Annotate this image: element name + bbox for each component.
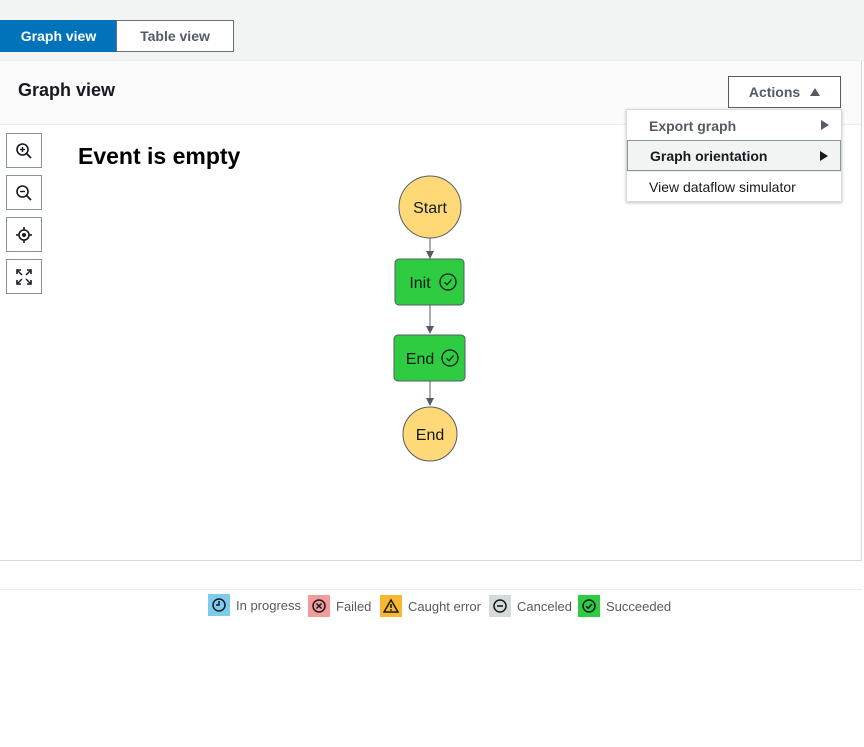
- actions-menu: Export graph Graph orientation View data…: [626, 109, 842, 202]
- center-button[interactable]: [6, 217, 42, 252]
- menu-item-graph-orientation[interactable]: Graph orientation: [627, 140, 841, 171]
- view-switch-bar: Graph view Table view: [0, 0, 864, 61]
- table-view-tab[interactable]: Table view: [116, 20, 234, 52]
- zoom-in-button[interactable]: [6, 133, 42, 168]
- legend-label: In progress: [236, 597, 302, 613]
- caret-right-icon: [820, 151, 828, 161]
- node-label: End: [406, 351, 434, 368]
- panel-title: Graph view: [18, 80, 116, 100]
- zoom-out-icon: [16, 184, 32, 201]
- status-legend: In progress Failed Caught error Canceled…: [0, 589, 862, 622]
- node-label: End: [416, 427, 444, 444]
- menu-item-label: Export graph: [649, 117, 737, 134]
- legend-succeeded: Succeeded: [578, 595, 671, 617]
- fit-screen-icon: [16, 268, 32, 285]
- graph-view-tab[interactable]: Graph view: [0, 20, 117, 52]
- end-state-node[interactable]: End: [393, 334, 466, 382]
- legend-canceled: Canceled: [489, 595, 572, 617]
- legend-failed: Failed: [308, 595, 371, 617]
- legend-label: Succeeded: [606, 598, 672, 614]
- node-label: Start: [413, 200, 447, 217]
- legend-label: Canceled: [517, 598, 572, 614]
- actions-button-label: Actions: [748, 84, 801, 100]
- graph-title: Event is empty: [78, 143, 241, 169]
- caret-up-icon: [810, 88, 821, 96]
- actions-button[interactable]: Actions: [728, 76, 841, 108]
- warning-icon: [380, 595, 402, 617]
- legend-caught-error: Caught error: [380, 595, 481, 617]
- check-circle-icon: [578, 595, 600, 617]
- menu-item-export-graph[interactable]: Export graph: [627, 110, 841, 141]
- start-node[interactable]: Start: [398, 175, 462, 239]
- legend-label: Failed: [336, 598, 372, 614]
- menu-item-view-dataflow-simulator[interactable]: View dataflow simulator: [627, 171, 841, 202]
- zoom-out-button[interactable]: [6, 175, 42, 210]
- node-label: Init: [409, 275, 431, 292]
- init-state-node[interactable]: Init: [394, 258, 465, 306]
- menu-item-label: View dataflow simulator: [649, 179, 796, 195]
- center-icon: [16, 226, 32, 243]
- zoom-in-icon: [16, 142, 32, 159]
- clock-icon: [208, 594, 230, 616]
- caret-right-icon: [821, 120, 829, 130]
- x-circle-icon: [308, 595, 330, 617]
- legend-label: Caught error: [408, 598, 481, 614]
- minus-circle-icon: [489, 595, 511, 617]
- menu-item-label: Graph orientation: [650, 147, 768, 164]
- end-node[interactable]: End: [402, 406, 458, 462]
- fit-screen-button[interactable]: [6, 259, 42, 294]
- legend-in-progress: In progress: [208, 594, 301, 616]
